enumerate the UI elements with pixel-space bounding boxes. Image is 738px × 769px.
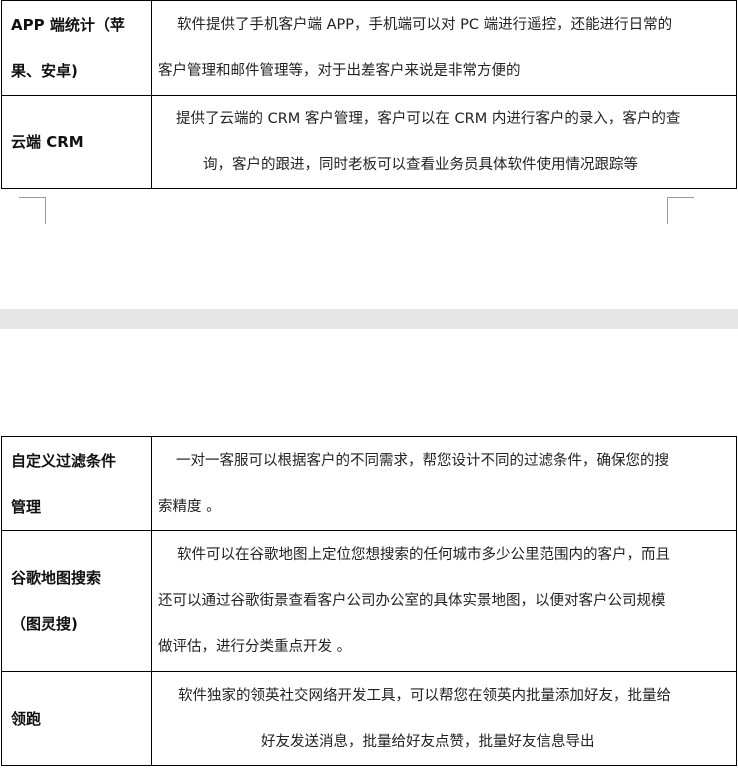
feature-description-cell: 一对一客服可以根据客户的不同需求，帮您设计不同的过滤条件，确保您的搜 索精度 。 [151, 436, 737, 531]
feature-name-cell: 自定义过滤条件 管理 [1, 436, 152, 531]
description-line: 软件提供了手机客户端 APP，手机端可以对 PC 端进行遥控，还能进行日常的 [177, 17, 673, 33]
feature-name-cell: APP 端统计（苹 果、安卓) [1, 0, 152, 96]
feature-table-lower: 自定义过滤条件 管理 一对一客服可以根据客户的不同需求，帮您设计不同的过滤条件，… [1, 436, 737, 766]
table-row: 自定义过滤条件 管理 一对一客服可以根据客户的不同需求，帮您设计不同的过滤条件，… [1, 436, 737, 531]
page-lower: 自定义过滤条件 管理 一对一客服可以根据客户的不同需求，帮您设计不同的过滤条件，… [0, 329, 738, 769]
feature-name-cell: 领跑 [1, 671, 152, 766]
feature-description-cell: 软件提供了手机客户端 APP，手机端可以对 PC 端进行遥控，还能进行日常的 客… [151, 0, 737, 96]
feature-description-cell: 软件可以在谷歌地图上定位您想搜索的任何城市多少公里范围内的客户，而且 还可以通过… [151, 530, 737, 672]
description-line: 索精度 。 [158, 498, 221, 515]
feature-name-cell: 云端 CRM [1, 95, 152, 189]
table-row: 谷歌地图搜索 （图灵搜) 软件可以在谷歌地图上定位您想搜索的任何城市多少公里范围… [1, 530, 737, 672]
feature-description-cell: 提供了云端的 CRM 客户管理，客户可以在 CRM 内进行客户的录入，客户的查 … [151, 95, 737, 189]
feature-name-line: 自定义过滤条件 [11, 451, 117, 470]
description-line: 软件可以在谷歌地图上定位您想搜索的任何城市多少公里范围内的客户，而且 [177, 547, 670, 563]
description-line: 一对一客服可以根据客户的不同需求，帮您设计不同的过滤条件，确保您的搜 [176, 452, 669, 469]
feature-name-line: 云端 CRM [11, 133, 84, 151]
feature-name-line: 领跑 [11, 709, 42, 728]
feature-name-line: （图灵搜) [11, 615, 78, 633]
feature-table-upper: APP 端统计（苹 果、安卓) 软件提供了手机客户端 APP，手机端可以对 PC… [1, 0, 737, 189]
table-row: 云端 CRM 提供了云端的 CRM 客户管理，客户可以在 CRM 内进行客户的录… [1, 95, 737, 189]
feature-name-line: 谷歌地图搜索 [11, 569, 102, 587]
description-line: 还可以通过谷歌街景查看客户公司办公室的具体实景地图，以便对客户公司规模 [158, 593, 666, 609]
description-line: 软件独家的领英社交网络开发工具，可以帮您在领英内批量添加好友，批量给 [178, 687, 671, 704]
feature-name-line: 管理 [11, 497, 42, 516]
page-upper: APP 端统计（苹 果、安卓) 软件提供了手机客户端 APP，手机端可以对 PC… [0, 0, 738, 309]
description-line: 好友发送消息，批量给好友点赞，批量好友信息导出 [261, 733, 595, 750]
feature-name-line: APP 端统计（苹 [11, 16, 125, 34]
description-line: 客户管理和邮件管理等，对于出差客户来说是非常方便的 [158, 63, 521, 79]
description-line: 询，客户的跟进，同时老板可以查看业务员具体软件使用情况跟踪等 [203, 157, 638, 173]
page-margin-corner-mark [667, 197, 694, 224]
description-line: 提供了云端的 CRM 客户管理，客户可以在 CRM 内进行客户的录入，客户的查 [176, 111, 681, 127]
description-line: 做评估，进行分类重点开发 。 [158, 639, 352, 655]
feature-description-cell: 软件独家的领英社交网络开发工具，可以帮您在领英内批量添加好友，批量给 好友发送消… [151, 671, 737, 766]
feature-name-cell: 谷歌地图搜索 （图灵搜) [1, 530, 152, 672]
table-row: 领跑 软件独家的领英社交网络开发工具，可以帮您在领英内批量添加好友，批量给 好友… [1, 671, 737, 766]
table-row: APP 端统计（苹 果、安卓) 软件提供了手机客户端 APP，手机端可以对 PC… [1, 0, 737, 96]
page-margin-corner-mark [19, 197, 46, 224]
feature-name-line: 果、安卓) [11, 62, 78, 80]
page-break-gap [0, 309, 738, 329]
